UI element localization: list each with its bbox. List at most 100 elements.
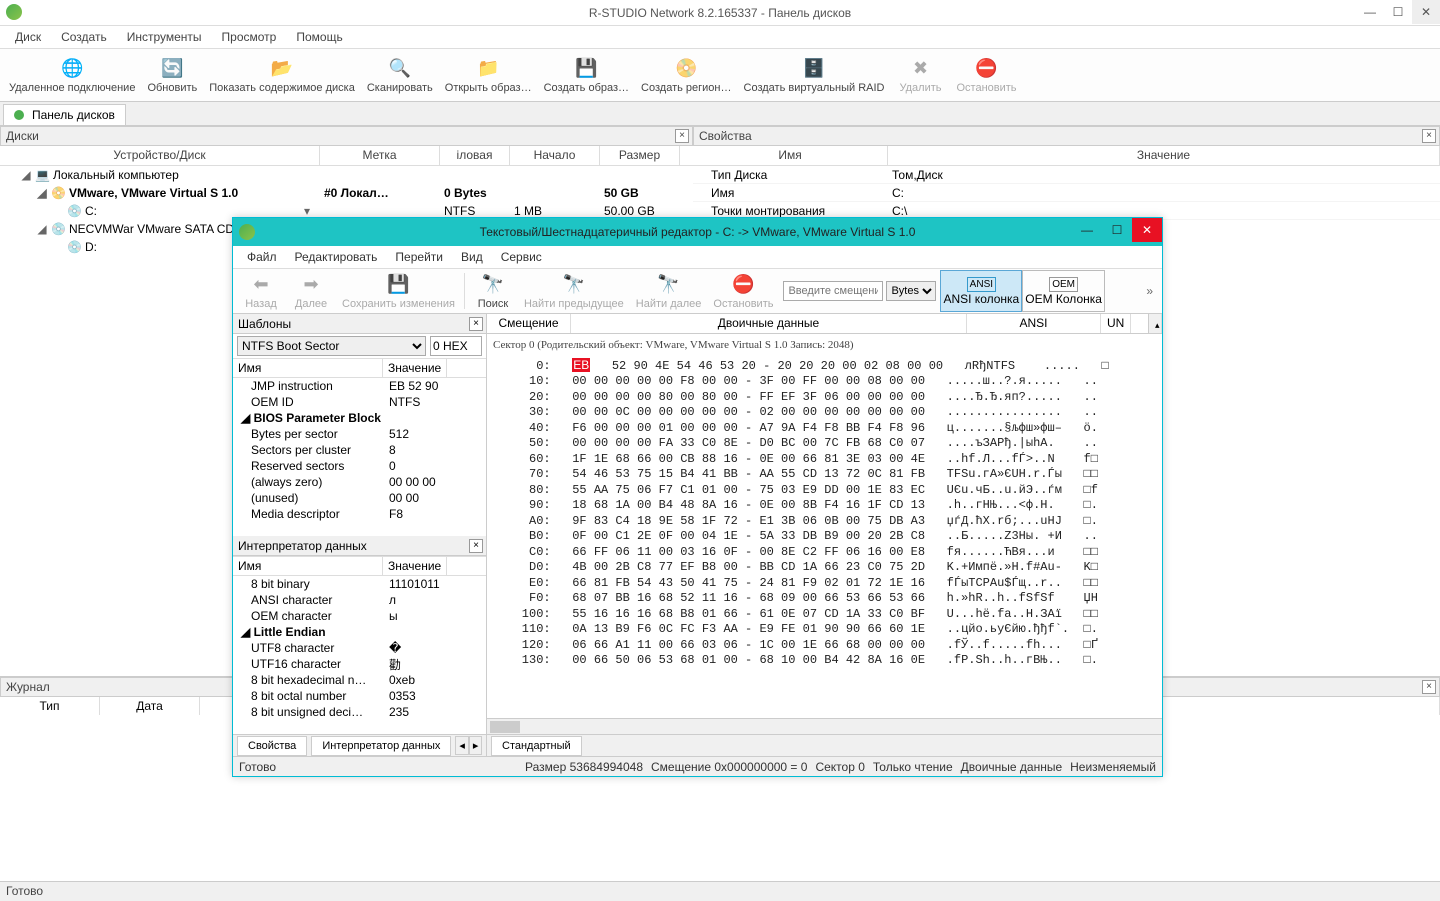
template-row[interactable]: (unused)00 00 [233,490,486,506]
hex-oem-toggle[interactable]: OEMOEM Колонка [1022,270,1105,312]
interp-row[interactable]: UTF16 character勸 [233,656,486,672]
template-row[interactable]: ◢ BIOS Parameter Block [233,410,486,426]
tb-remote-connect[interactable]: 🌐Удаленное подключение [3,50,141,100]
region-icon: 📀 [674,56,698,80]
hex-titlebar[interactable]: Текстовый/Шестнадцатеричный редактор - C… [233,218,1162,246]
main-statusbar: Готово [0,881,1440,901]
template-row[interactable]: Sectors per cluster8 [233,442,486,458]
maximize-button[interactable]: ☐ [1384,0,1412,24]
hex-editor-window: Текстовый/Шестнадцатеричный редактор - C… [232,217,1163,777]
hex-offset-input[interactable] [783,281,883,301]
menu-help[interactable]: Помощь [286,27,352,47]
template-row[interactable]: Media descriptorF8 [233,506,486,522]
tb-show-contents[interactable]: 📂Показать содержимое диска [203,50,361,100]
tab-disk-panel[interactable]: Панель дисков [3,104,126,125]
interp-row[interactable]: 8 bit hexadecimal n…0xeb [233,672,486,688]
menu-create[interactable]: Создать [51,27,117,47]
arrow-left-icon: ⬅ [249,272,273,296]
props-close-icon[interactable]: × [1422,129,1436,143]
interp-values: 8 bit binary11101011ANSI characterлOEM c… [233,576,486,734]
hex-menu-file[interactable]: Файл [238,247,286,267]
disks-close-icon[interactable]: × [675,129,689,143]
hex-menu-goto[interactable]: Перейти [386,247,452,267]
hex-title-text: Текстовый/Шестнадцатеричный редактор - C… [480,225,916,239]
hex-minimize-button[interactable]: — [1072,218,1102,242]
tab-scroll-left-icon[interactable]: ◂ [455,736,469,755]
tab-scroll-right-icon[interactable]: ▸ [469,736,483,755]
hex-maximize-button[interactable]: ☐ [1102,218,1132,242]
template-row[interactable]: OEM IDNTFS [233,394,486,410]
menu-disk[interactable]: Диск [5,27,51,47]
hex-columns: Смещение Двоичные данные ANSI UN ▴ [487,314,1162,334]
hex-menu-service[interactable]: Сервис [492,247,551,267]
raid-icon: 🗄️ [802,56,826,80]
disk-row[interactable]: ◢📀VMware, VMware Virtual S 1.0#0 Локал…0… [0,184,693,202]
tab-standard[interactable]: Стандартный [491,736,582,756]
hex-ansi-toggle[interactable]: ANSIANSI колонка [940,270,1022,312]
hex-view-tabs: Стандартный [487,734,1162,756]
interp-row[interactable]: OEM characterы [233,608,486,624]
hex-close-button[interactable]: ✕ [1132,218,1162,242]
interp-row[interactable]: 8 bit binary11101011 [233,576,486,592]
interp-row[interactable]: ANSI characterл [233,592,486,608]
tab-interp[interactable]: Интерпретатор данных [311,736,451,756]
tb-create-raid[interactable]: 🗄️Создать виртуальный RAID [738,50,891,100]
hex-menu-edit[interactable]: Редактировать [286,247,387,267]
template-row[interactable]: Bytes per sector512 [233,426,486,442]
open-image-icon: 📁 [476,56,500,80]
interp-row[interactable]: ◢ Little Endian [233,624,486,640]
save-icon: 💾 [386,272,410,296]
template-select[interactable]: NTFS Boot Sector [237,336,426,356]
interp-row[interactable]: 8 bit unsigned deci…235 [233,704,486,720]
hex-unit-select[interactable]: Bytes [886,281,936,301]
minimize-button[interactable]: — [1356,0,1384,24]
template-hex-input[interactable] [430,336,482,356]
folder-open-icon: 📂 [270,56,294,80]
hex-scroll-up-icon[interactable]: ▴ [1148,314,1162,333]
template-row[interactable]: Reserved sectors0 [233,458,486,474]
main-toolbar: 🌐Удаленное подключение 🔄Обновить 📂Показа… [0,48,1440,102]
oem-icon: OEM [1049,277,1078,292]
interp-row[interactable]: UTF8 character� [233,640,486,656]
hex-dump-area[interactable]: Сектор 0 (Родительский объект: VMware, V… [487,334,1162,718]
main-titlebar: R-STUDIO Network 8.2.165337 - Панель дис… [0,0,1440,26]
hex-logo-icon [239,224,255,240]
hex-tb-back: ⬅Назад [236,270,286,312]
hex-tb-save: 💾Сохранить изменения [336,270,461,312]
tb-refresh[interactable]: 🔄Обновить [141,50,203,100]
disk-row[interactable]: ◢💻Локальный компьютер [0,166,693,184]
close-button[interactable]: ✕ [1412,0,1440,24]
menu-view[interactable]: Просмотр [212,27,287,47]
menu-tools[interactable]: Инструменты [117,27,212,47]
tb-create-region[interactable]: 📀Создать регион… [635,50,737,100]
refresh-icon: 🔄 [160,56,184,80]
arrow-right-icon: ➡ [299,272,323,296]
create-image-icon: 💾 [574,56,598,80]
hex-tb-stop: ⛔Остановить [707,270,779,312]
templates-close-icon[interactable]: × [469,317,483,331]
journal-col-date[interactable]: Дата [100,697,200,715]
tb-scan[interactable]: 🔍Сканировать [361,50,439,100]
journal-close-icon[interactable]: × [1422,680,1436,694]
interp-row[interactable]: 8 bit octal number0353 [233,688,486,704]
prop-row: ИмяC: [693,184,1440,202]
interp-close-icon[interactable]: × [469,539,483,553]
interp-header: Интерпретатор данных× [233,536,486,556]
template-row[interactable]: JMP instructionEB 52 90 [233,378,486,394]
template-row[interactable]: (always zero)00 00 00 [233,474,486,490]
disk-icon [14,110,24,120]
tb-open-image[interactable]: 📁Открыть образ… [439,50,538,100]
hex-tb-find[interactable]: 🔭Поиск [468,270,518,312]
hex-menu-view[interactable]: Вид [452,247,492,267]
delete-icon: ✖ [909,56,933,80]
hex-toolbar: ⬅Назад ➡Далее 💾Сохранить изменения 🔭Поис… [233,268,1162,314]
hex-hscrollbar[interactable] [487,718,1162,734]
find-prev-icon: 🔭 [562,272,586,296]
hex-tb-fwd: ➡Далее [286,270,336,312]
tb-create-image[interactable]: 💾Создать образ… [538,50,635,100]
hex-tb-overflow-icon[interactable]: » [1140,284,1159,298]
journal-col-type[interactable]: Тип [0,697,100,715]
main-title-text: R-STUDIO Network 8.2.165337 - Панель дис… [589,6,851,20]
hex-tb-findnext: 🔭Найти далее [630,270,708,312]
tab-props[interactable]: Свойства [237,736,307,756]
